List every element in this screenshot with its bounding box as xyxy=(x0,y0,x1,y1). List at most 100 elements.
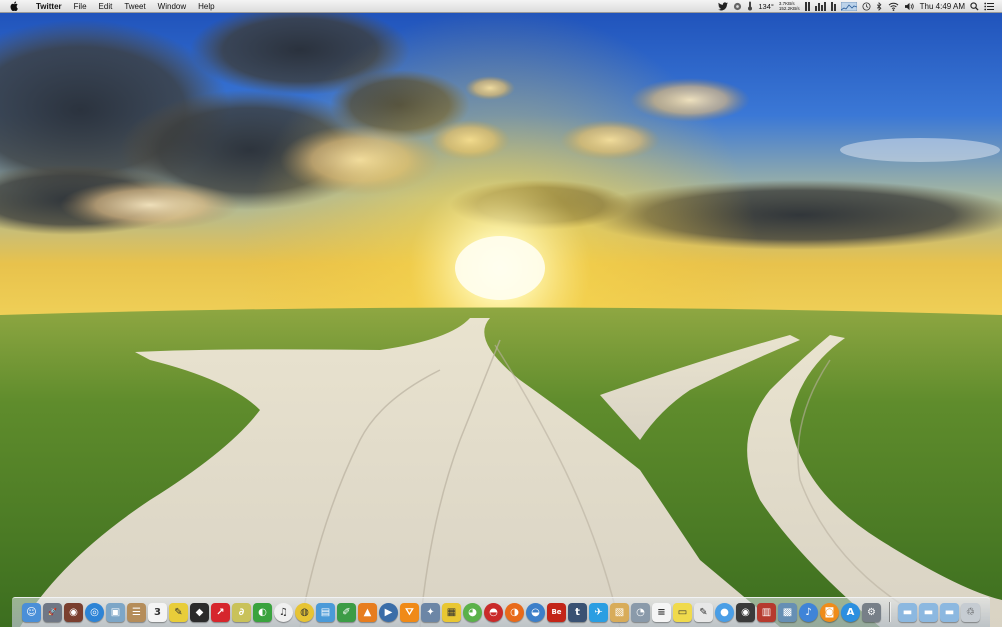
dock-calendar-icon[interactable]: 3 xyxy=(148,602,167,622)
dock-notes-icon[interactable]: ✎ xyxy=(169,602,188,622)
dock-disk-utility-glyph: ◔ xyxy=(636,606,645,618)
dock-satellite-icon[interactable]: ✦ xyxy=(421,602,440,622)
dock-colorful-disc-glyph: ◕ xyxy=(468,606,477,618)
dock-messages-icon[interactable]: ● xyxy=(715,602,734,622)
spotlight-search-icon[interactable] xyxy=(970,0,979,12)
dock-finder-icon[interactable]: ☺ xyxy=(22,602,41,622)
dock-photo-stack-icon[interactable]: ▥ xyxy=(757,602,776,622)
time-machine-icon[interactable] xyxy=(862,0,871,12)
dropbox-icon[interactable] xyxy=(733,0,742,12)
dock-trash-glyph: ♲ xyxy=(966,606,975,618)
dock-preview-glyph: ▣ xyxy=(110,606,121,618)
dock-photo-stack-glyph: ▥ xyxy=(761,606,772,618)
dock-silhouette-icon[interactable]: ◆ xyxy=(190,602,209,622)
dock-downloads-folder-icon[interactable]: ▬ xyxy=(940,602,959,622)
menu-bar-status: 134° 3.7KB/s 152.2KB/s Thu 4:49 AM xyxy=(718,0,1002,12)
dock-books-icon[interactable]: ▤ xyxy=(316,602,335,622)
twitter-bird-icon[interactable] xyxy=(718,0,729,12)
dock-pin-app-glyph: ↗ xyxy=(216,606,225,618)
dock-tumblr-icon[interactable]: t xyxy=(568,602,587,622)
dock-trash-icon[interactable]: ♲ xyxy=(961,602,980,622)
dock-items: ☺ 🚀 ◉ ◎ ▣ ☰ 3 ✎ ◆ ↗ ∂ ◐ ♫ ◍ ▤ ✐ ▲ ▶ ⛛ ✦ ▦ ◕ ◓ ◑ ◒ Be t ✈ ▧ ◔ ≡ ▭ ✎ ● ◉ ▥ ▩ ♪ ◙… xyxy=(22,601,980,623)
dock-globe-glyph: ◒ xyxy=(531,606,540,618)
desktop-wallpaper xyxy=(0,0,1002,627)
menu-bar-left: Twitter File Edit Tweet Window Help xyxy=(0,0,221,12)
cpu-meter-icon[interactable] xyxy=(814,0,826,12)
dock-firefox-glyph: ◑ xyxy=(510,606,519,618)
menu-file[interactable]: File xyxy=(68,0,93,13)
dock-pencil-glyph: ✐ xyxy=(342,606,351,618)
apple-menu-icon[interactable] xyxy=(8,0,20,12)
dock-stickies-icon[interactable]: ▭ xyxy=(673,602,692,622)
dock-system-preferences-icon[interactable]: ⚙ xyxy=(862,602,881,622)
dock-applications-folder-icon[interactable]: ▬ xyxy=(898,602,917,622)
dock-itunes-glyph: ♪ xyxy=(805,606,812,618)
dock-separator xyxy=(889,602,890,622)
dock-contacts-icon[interactable]: ☰ xyxy=(127,602,146,622)
menu-bar: Twitter File Edit Tweet Window Help 134°… xyxy=(0,0,1002,13)
wifi-icon[interactable] xyxy=(888,0,899,12)
dock-textedit-icon[interactable]: ≡ xyxy=(652,602,671,622)
dock-app-store-icon[interactable]: A xyxy=(841,602,860,622)
menu-help[interactable]: Help xyxy=(192,0,220,13)
dock-chrome-icon[interactable]: ◍ xyxy=(295,602,314,622)
disk-meter-icon[interactable] xyxy=(830,0,836,12)
dock-behance-glyph: Be xyxy=(551,607,562,616)
volume-icon[interactable] xyxy=(904,0,915,12)
temperature-readout[interactable]: 134° xyxy=(758,2,774,11)
thermometer-icon[interactable] xyxy=(747,0,753,12)
network-speed-readout[interactable]: 3.7KB/s 152.2KB/s xyxy=(779,1,800,11)
dock-app-store-glyph: A xyxy=(846,606,855,618)
dock-launchpad-icon[interactable]: 🚀 xyxy=(43,602,62,622)
dock-launchpad-glyph: 🚀 xyxy=(48,607,57,616)
dock-books-glyph: ▤ xyxy=(320,606,331,618)
menu-clock[interactable]: Thu 4:49 AM xyxy=(920,2,965,11)
dock-finder-glyph: ☺ xyxy=(26,606,37,618)
dock-disk-utility-icon[interactable]: ◔ xyxy=(631,602,650,622)
dock-silhouette-glyph: ◆ xyxy=(195,606,204,618)
dock-photos-icon[interactable]: ▩ xyxy=(778,602,797,622)
menu-app-name[interactable]: Twitter xyxy=(30,0,68,13)
menu-tweet[interactable]: Tweet xyxy=(118,0,151,13)
bluetooth-icon[interactable] xyxy=(876,0,883,12)
notification-center-icon[interactable] xyxy=(984,0,994,12)
dock-textedit-glyph: ≡ xyxy=(657,606,666,618)
dock-behance-icon[interactable]: Be xyxy=(547,602,566,622)
dock-pin-app-icon[interactable]: ↗ xyxy=(211,602,230,622)
dock-photos-glyph: ▩ xyxy=(782,606,793,618)
dock-colorful-disc-icon[interactable]: ◕ xyxy=(463,602,482,622)
dock-evernote-icon[interactable]: ◐ xyxy=(253,602,272,622)
dock-itunes-radio-icon[interactable]: ♫ xyxy=(274,602,293,622)
dock-calendar-glyph: 3 xyxy=(154,606,161,618)
dock-paperclip-glyph: ∂ xyxy=(238,606,245,618)
dock-twitter-icon[interactable]: ✈ xyxy=(589,602,608,622)
dock-contacts-glyph: ☰ xyxy=(132,606,141,618)
dock-package-icon[interactable]: ▧ xyxy=(610,602,629,622)
dock-firefox-icon[interactable]: ◑ xyxy=(505,602,524,622)
dock-preview-icon[interactable]: ▣ xyxy=(106,602,125,622)
activity-graph-icon[interactable] xyxy=(840,0,857,12)
wallpaper-image xyxy=(0,0,1002,627)
dock-sponge-icon[interactable]: ▦ xyxy=(442,602,461,622)
dock-ibooks-icon[interactable]: ◙ xyxy=(820,602,839,622)
dock-safari-icon[interactable]: ◎ xyxy=(85,602,104,622)
dock-system-preferences-glyph: ⚙ xyxy=(867,606,876,618)
dock-globe-icon[interactable]: ◒ xyxy=(526,602,545,622)
dock-itunes-icon[interactable]: ♪ xyxy=(799,602,818,622)
dock-paperclip-icon[interactable]: ∂ xyxy=(232,602,251,622)
dock-photo-booth-icon[interactable]: ◉ xyxy=(64,602,83,622)
memory-meter-icon[interactable] xyxy=(804,0,810,12)
dock-textwrangler-glyph: ✎ xyxy=(699,606,708,618)
dock-vlc-icon[interactable]: ⛛ xyxy=(400,602,419,622)
dock-pokeball-icon[interactable]: ◓ xyxy=(484,602,503,622)
dock-pencil-icon[interactable]: ✐ xyxy=(337,602,356,622)
menu-edit[interactable]: Edit xyxy=(93,0,119,13)
dock-quicktime-icon[interactable]: ▶ xyxy=(379,602,398,622)
dock-vlc-cone-icon[interactable]: ▲ xyxy=(358,602,377,622)
dock-camera-icon[interactable]: ◉ xyxy=(736,602,755,622)
dock-applications-folder-glyph: ▬ xyxy=(902,606,913,618)
dock-vlc-glyph: ⛛ xyxy=(405,606,414,618)
dock-documents-folder-icon[interactable]: ▬ xyxy=(919,602,938,622)
dock-textwrangler-icon[interactable]: ✎ xyxy=(694,602,713,622)
menu-window[interactable]: Window xyxy=(152,0,192,13)
